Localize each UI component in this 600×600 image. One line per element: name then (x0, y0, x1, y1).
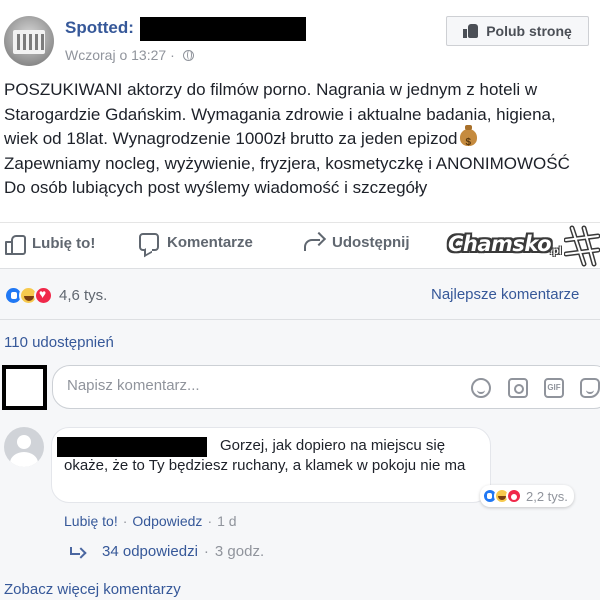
love-reaction-icon (34, 286, 53, 305)
comment-composer[interactable]: GIF (52, 365, 600, 409)
dot-separator: · (203, 543, 209, 560)
like-page-button[interactable]: Polub stronę (446, 16, 589, 46)
watermark-suffix: .pl (550, 246, 562, 257)
camera-icon[interactable] (508, 378, 528, 398)
dot-separator: · (122, 513, 128, 529)
post-text-line: wiek od 18lat. Wynagrodzenie 1000zł brut… (4, 125, 600, 156)
comment-input[interactable] (67, 377, 447, 394)
comment-actions: Lubię to! · Odpowiedz · 1 d (64, 513, 237, 529)
post-text-line-content: wiek od 18lat. Wynagrodzenie 1000zł brut… (4, 129, 458, 148)
share-count-link[interactable]: 110 udostępnień (4, 334, 114, 351)
user-avatar (2, 365, 47, 410)
thumbs-up-icon (463, 24, 479, 38)
comment-reactions[interactable]: 2,2 tys. (480, 485, 574, 507)
post-text-line: Zapewniamy nocleg, wyżywienie, fryzjera,… (4, 153, 570, 173)
like-action-button[interactable]: Lubię to! (4, 233, 96, 255)
comment-like-link[interactable]: Lubię to! (64, 513, 118, 529)
post-timestamp[interactable]: Wczoraj o 13:27 (65, 47, 166, 63)
comment-age[interactable]: 1 d (217, 513, 236, 529)
comment-icon (139, 233, 159, 251)
post-text-line: Starogardzie Gdańskim. Wymagania zdrowie… (4, 104, 556, 124)
watermark-text: Chamsko (448, 232, 552, 256)
watermark-grid-icon (564, 225, 600, 267)
replies-age: 3 godz. (214, 543, 265, 560)
comment-action-label: Komentarze (167, 233, 253, 251)
emoji-icon[interactable] (471, 378, 491, 398)
share-icon (302, 233, 324, 251)
share-action-label: Udostępnij (332, 233, 410, 251)
post-reactions[interactable]: 4,6 tys. (4, 286, 107, 305)
post-text-line: POSZUKIWANI aktorzy do filmów porno. Nag… (4, 80, 538, 99)
comment-reply-link[interactable]: Odpowiedz (132, 513, 202, 529)
like-action-label: Lubię to! (32, 234, 96, 252)
reply-arrow-icon (70, 546, 84, 557)
more-comments-link[interactable]: Zobacz więcej komentarzy (4, 581, 181, 598)
redacted-commenter-name (57, 437, 207, 457)
like-page-label: Polub stronę (486, 23, 572, 39)
money-bag-icon (460, 125, 478, 156)
divider (0, 319, 600, 320)
sticker-icon[interactable] (580, 378, 600, 398)
reaction-count: 4,6 tys. (59, 287, 108, 304)
comment-action-button[interactable]: Komentarze (139, 233, 253, 251)
gif-icon[interactable]: GIF (544, 378, 564, 398)
thumbs-up-icon (4, 233, 26, 255)
globe-icon (182, 49, 194, 61)
post-meta: Wczoraj o 13:27 · (65, 47, 194, 63)
post-text: POSZUKIWANI aktorzy do filmów porno. Nag… (4, 78, 600, 201)
comment-sort-link[interactable]: Najlepsze komentarze (431, 286, 579, 303)
page-avatar[interactable] (4, 16, 54, 66)
comment-reaction-count: 2,2 tys. (526, 488, 568, 504)
comments-section: 4,6 tys. Najlepsze komentarze 110 udostę… (0, 268, 600, 600)
redacted-page-name (140, 17, 306, 41)
post-header: Spotted: Wczoraj o 13:27 · Polub stronę (0, 0, 600, 70)
meta-separator: · (170, 47, 175, 63)
share-action-button[interactable]: Udostępnij (302, 233, 410, 251)
post-text-line: Do osób lubiących post wyślemy wiadomość… (4, 178, 428, 197)
dot-separator: · (207, 513, 213, 529)
wow-reaction-icon (506, 488, 522, 504)
view-replies[interactable]: 34 odpowiedzi · 3 godz. (70, 543, 264, 560)
page-name[interactable]: Spotted: (65, 18, 134, 38)
commenter-avatar[interactable] (4, 427, 44, 467)
watermark: Chamsko .pl (448, 224, 600, 268)
replies-count-link[interactable]: 34 odpowiedzi (102, 543, 198, 560)
